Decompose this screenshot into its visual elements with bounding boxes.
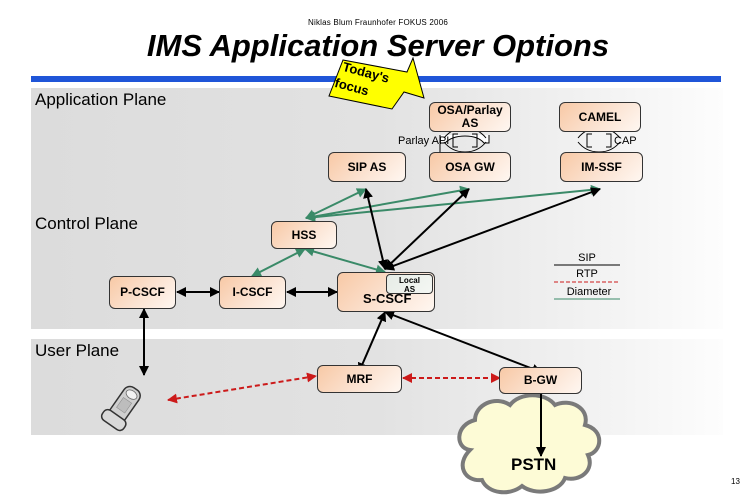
camel-label: CAMEL <box>578 109 622 124</box>
local-as-label-1: Local <box>399 276 420 285</box>
hss-node[interactable]: HSS <box>271 221 337 249</box>
pstn-label: PSTN <box>511 455 557 474</box>
sip-as-node[interactable]: SIP AS <box>328 152 406 182</box>
sip-link-s-cscf-sip-as <box>363 188 388 270</box>
sip-as-label: SIP AS <box>347 159 387 174</box>
i-cscf-label: I-CSCF <box>232 285 273 299</box>
p-cscf-node[interactable]: P-CSCF <box>109 276 176 309</box>
s-cscf-node[interactable]: Local AS S-CSCF <box>337 272 435 312</box>
sip-link-s-cscf-mrf <box>357 311 387 373</box>
osa-parlay-as-label-2: AS <box>461 116 479 130</box>
diameter-link-hss-i-cscf <box>251 248 306 277</box>
osa-parlay-as-node[interactable]: OSA/Parlay AS <box>429 102 511 132</box>
s-cscf-label: S-CSCF <box>363 291 412 306</box>
parlay-api-label: Parlay API <box>398 135 450 147</box>
osa-gw-node[interactable]: OSA GW <box>429 152 511 182</box>
rtp-link-ue-mrf <box>167 372 317 404</box>
hss-label: HSS <box>291 227 317 242</box>
im-ssf-node[interactable]: IM-SSF <box>560 152 643 182</box>
osa-gw-label: OSA GW <box>445 159 495 174</box>
camel-node[interactable]: CAMEL <box>559 102 641 132</box>
p-cscf-label: P-CSCF <box>120 285 165 299</box>
sip-link-s-cscf-b-gw <box>384 310 542 374</box>
b-gw-label: B-GW <box>523 373 558 387</box>
i-cscf-node[interactable]: I-CSCF <box>219 276 286 309</box>
mobile-phone-icon <box>100 385 141 432</box>
legend-diameter-label: Diameter <box>566 286 612 298</box>
b-gw-node[interactable]: B-GW <box>499 367 582 394</box>
page-number: 13 <box>731 477 740 486</box>
pstn-cloud <box>457 393 602 495</box>
im-ssf-label: IM-SSF <box>581 159 622 174</box>
mrf-node[interactable]: MRF <box>317 365 402 393</box>
cap-label: CAP <box>614 135 637 147</box>
legend-sip-label: SIP <box>578 252 596 264</box>
mrf-label: MRF <box>346 371 373 386</box>
diameter-link-hss-s-cscf <box>304 246 386 275</box>
legend-rtp-label: RTP <box>576 268 598 280</box>
